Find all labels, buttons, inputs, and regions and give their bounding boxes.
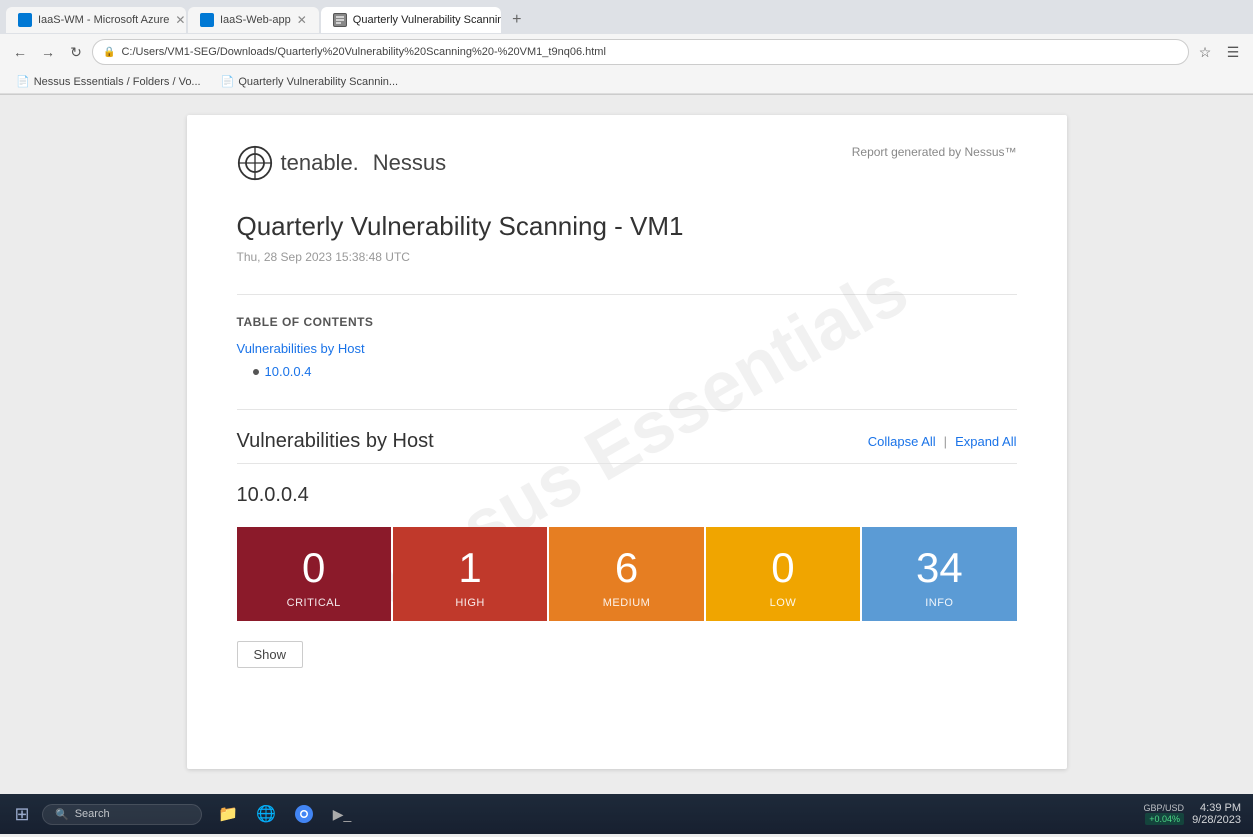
terminal-icon: ▶_ bbox=[333, 806, 352, 823]
vuln-card-low: 0 LOW bbox=[706, 527, 860, 621]
vulnerabilities-section: Vulnerabilities by Host Collapse All | E… bbox=[237, 430, 1017, 668]
section-actions: Collapse All | Expand All bbox=[868, 434, 1017, 449]
medium-label: MEDIUM bbox=[603, 597, 651, 609]
logo-text-nessus: Nessus bbox=[373, 150, 446, 176]
extensions-button[interactable]: ☰ bbox=[1221, 40, 1245, 64]
tab-label-1: IaaS-WM - Microsoft Azure bbox=[38, 14, 169, 26]
tab-favicon-1 bbox=[18, 13, 32, 27]
taskbar-clock: 4:39 PM 9/28/2023 bbox=[1192, 802, 1241, 826]
start-button[interactable]: ⊞ bbox=[6, 798, 38, 830]
bookmark-quarterly-label: Quarterly Vulnerability Scannin... bbox=[238, 76, 398, 88]
currency-label: GBP/USD bbox=[1144, 803, 1185, 813]
expand-all-link[interactable]: Expand All bbox=[955, 434, 1016, 449]
windows-logo-icon: ⊞ bbox=[14, 804, 29, 825]
bookmark-bar: 📄 Nessus Essentials / Folders / Vo... 📄 … bbox=[0, 70, 1253, 94]
tab-web-app[interactable]: IaaS-Web-app ✕ bbox=[188, 7, 319, 33]
report-generated-text: Report generated by Nessus™ bbox=[852, 145, 1017, 159]
section-title: Vulnerabilities by Host bbox=[237, 430, 434, 453]
tab-favicon-3 bbox=[333, 13, 347, 27]
critical-label: CRITICAL bbox=[287, 597, 341, 609]
tab-label-3: Quarterly Vulnerability Scannin... bbox=[353, 14, 501, 26]
host-section: 10.0.0.4 0 CRITICAL 1 HIGH 6 MEDIUM bbox=[237, 484, 1017, 668]
show-button[interactable]: Show bbox=[237, 641, 304, 668]
high-label: HIGH bbox=[455, 597, 485, 609]
collapse-all-link[interactable]: Collapse All bbox=[868, 434, 936, 449]
forward-button[interactable]: → bbox=[36, 40, 60, 64]
report-header: tenable. Nessus Report generated by Ness… bbox=[237, 145, 1017, 181]
high-count: 1 bbox=[458, 547, 481, 589]
divider-1 bbox=[237, 294, 1017, 295]
low-count: 0 bbox=[771, 547, 794, 589]
tenable-logo: tenable. Nessus bbox=[237, 145, 447, 181]
tenable-logo-icon bbox=[237, 145, 273, 181]
taskbar-app-edge[interactable]: 🌐 bbox=[248, 796, 284, 832]
vuln-card-critical: 0 CRITICAL bbox=[237, 527, 391, 621]
edge-icon: 🌐 bbox=[256, 804, 276, 824]
toc-section: TABLE OF CONTENTS Vulnerabilities by Hos… bbox=[237, 315, 1017, 379]
clock-time: 4:39 PM bbox=[1192, 802, 1241, 814]
action-separator: | bbox=[944, 434, 947, 449]
taskbar-right: GBP/USD +0.04% 4:39 PM 9/28/2023 bbox=[1144, 802, 1247, 826]
taskbar-app-files[interactable]: 📁 bbox=[210, 796, 246, 832]
section-header: Vulnerabilities by Host Collapse All | E… bbox=[237, 430, 1017, 464]
new-tab-button[interactable]: + bbox=[503, 6, 531, 34]
tab-label-2: IaaS-Web-app bbox=[220, 14, 291, 26]
taskbar-app-chrome[interactable] bbox=[286, 796, 322, 832]
host-ip: 10.0.0.4 bbox=[237, 484, 1017, 507]
toc-host-link[interactable]: 10.0.0.4 bbox=[265, 364, 312, 379]
divider-2 bbox=[237, 409, 1017, 410]
bookmark-nessus[interactable]: 📄 Nessus Essentials / Folders / Vo... bbox=[8, 73, 209, 90]
report-container: Nessus Essentials tenable. Nessus Report… bbox=[187, 115, 1067, 769]
report-date: Thu, 28 Sep 2023 15:38:48 UTC bbox=[237, 250, 1017, 264]
low-label: LOW bbox=[770, 597, 797, 609]
back-button[interactable]: ← bbox=[8, 40, 32, 64]
tab-nessus-active[interactable]: Quarterly Vulnerability Scannin... ✕ bbox=[321, 7, 501, 33]
tab-bar: IaaS-WM - Microsoft Azure ✕ IaaS-Web-app… bbox=[0, 0, 1253, 34]
taskbar-search-text: Search bbox=[75, 808, 110, 820]
currency-change: +0.04% bbox=[1145, 813, 1184, 825]
bookmark-quarterly[interactable]: 📄 Quarterly Vulnerability Scannin... bbox=[213, 73, 406, 90]
critical-count: 0 bbox=[302, 547, 325, 589]
tab-close-1[interactable]: ✕ bbox=[175, 13, 185, 27]
taskbar-search[interactable]: 🔍 Search bbox=[42, 804, 202, 825]
taskbar-app-terminal[interactable]: ▶_ bbox=[324, 796, 360, 832]
address-bar-text[interactable]: C:/Users/VM1-SEG/Downloads/Quarterly%20V… bbox=[121, 46, 1178, 58]
browser-chrome: IaaS-WM - Microsoft Azure ✕ IaaS-Web-app… bbox=[0, 0, 1253, 95]
vuln-card-medium: 6 MEDIUM bbox=[549, 527, 703, 621]
page-wrapper: Nessus Essentials tenable. Nessus Report… bbox=[0, 95, 1253, 809]
vulnerability-counts: 0 CRITICAL 1 HIGH 6 MEDIUM 0 LOW bbox=[237, 527, 1017, 621]
toc-link-vuln-by-host[interactable]: Vulnerabilities by Host bbox=[237, 341, 1017, 356]
bookmark-button[interactable]: ☆ bbox=[1193, 40, 1217, 64]
info-count: 34 bbox=[916, 547, 963, 589]
bookmark-quarterly-icon: 📄 bbox=[221, 75, 235, 88]
bullet-icon bbox=[253, 369, 259, 375]
reload-button[interactable]: ↻ bbox=[64, 40, 88, 64]
files-icon: 📁 bbox=[218, 804, 238, 824]
lock-icon: 🔒 bbox=[103, 47, 115, 58]
vuln-card-info: 34 INFO bbox=[862, 527, 1016, 621]
toc-title: TABLE OF CONTENTS bbox=[237, 315, 1017, 329]
tab-favicon-2 bbox=[200, 13, 214, 27]
logo-text-tenable: tenable. bbox=[281, 150, 359, 176]
tab-close-2[interactable]: ✕ bbox=[297, 13, 307, 27]
vuln-card-high: 1 HIGH bbox=[393, 527, 547, 621]
chrome-icon bbox=[295, 805, 313, 823]
tab-azure[interactable]: IaaS-WM - Microsoft Azure ✕ bbox=[6, 7, 186, 33]
nav-bar: ← → ↻ 🔒 C:/Users/VM1-SEG/Downloads/Quart… bbox=[0, 34, 1253, 70]
taskbar-apps: 📁 🌐 ▶_ bbox=[210, 796, 360, 832]
bookmark-nessus-label: Nessus Essentials / Folders / Vo... bbox=[34, 76, 201, 88]
clock-date: 9/28/2023 bbox=[1192, 814, 1241, 826]
taskbar: ⊞ 🔍 Search 📁 🌐 ▶_ GBP/USD +0.04% 4:39 P bbox=[0, 794, 1253, 834]
bookmark-nessus-icon: 📄 bbox=[16, 75, 30, 88]
search-icon: 🔍 bbox=[55, 808, 69, 821]
report-title: Quarterly Vulnerability Scanning - VM1 bbox=[237, 211, 1017, 242]
toc-sub-item: 10.0.0.4 bbox=[253, 364, 1017, 379]
info-label: INFO bbox=[925, 597, 953, 609]
medium-count: 6 bbox=[615, 547, 638, 589]
